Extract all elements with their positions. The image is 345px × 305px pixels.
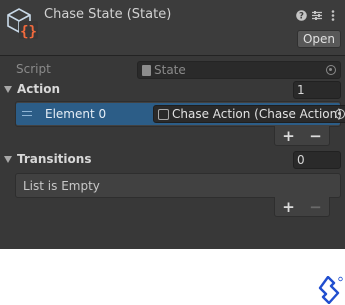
action-foldout-arrow-icon[interactable]: [4, 86, 12, 93]
svg-text:?: ?: [299, 11, 304, 20]
transitions-list-buttons: + −: [274, 197, 330, 217]
object-picker-icon[interactable]: [326, 65, 336, 75]
list-item[interactable]: Element 0 Chase Action (Chase Action): [16, 103, 345, 125]
element-value: Chase Action (Chase Action): [172, 107, 342, 121]
action-count-field[interactable]: 1: [293, 81, 341, 99]
action-label[interactable]: Action: [17, 82, 60, 96]
inspector-panel: {} Chase State (State) ? Open Script Sta…: [0, 0, 345, 249]
add-transition-button[interactable]: +: [279, 199, 299, 214]
transitions-list: List is Empty: [15, 173, 341, 198]
element-label: Element 0: [45, 107, 107, 121]
preset-icon[interactable]: [311, 8, 323, 22]
remove-element-button[interactable]: −: [306, 128, 326, 143]
element-object-field[interactable]: Chase Action (Chase Action): [153, 105, 345, 123]
action-list-buttons: + −: [274, 126, 330, 146]
remove-transition-button: −: [309, 197, 322, 216]
more-icon[interactable]: [327, 8, 339, 22]
empty-list-text: List is Empty: [23, 179, 100, 193]
script-value: State: [154, 63, 186, 77]
scriptable-object-icon: {}: [7, 8, 38, 40]
scriptable-object-small-icon: [158, 108, 169, 120]
drag-handle-icon[interactable]: [22, 111, 32, 116]
open-button[interactable]: Open: [297, 30, 341, 48]
transitions-count-field[interactable]: 0: [293, 151, 341, 169]
help-icon[interactable]: ?: [295, 8, 307, 22]
header-toolbar: ?: [295, 8, 339, 22]
script-file-icon: [142, 64, 151, 76]
toptal-logo: [318, 276, 343, 304]
object-picker-icon[interactable]: [335, 109, 345, 119]
transitions-label[interactable]: Transitions: [17, 152, 91, 166]
script-label: Script: [16, 62, 51, 76]
asset-title: Chase State (State): [44, 7, 172, 22]
script-field[interactable]: State: [137, 61, 341, 79]
svg-text:{}: {}: [20, 24, 37, 40]
transitions-foldout-arrow-icon[interactable]: [4, 156, 12, 163]
add-element-button[interactable]: +: [279, 128, 299, 143]
inspector-header: {} Chase State (State) ? Open: [0, 0, 345, 56]
